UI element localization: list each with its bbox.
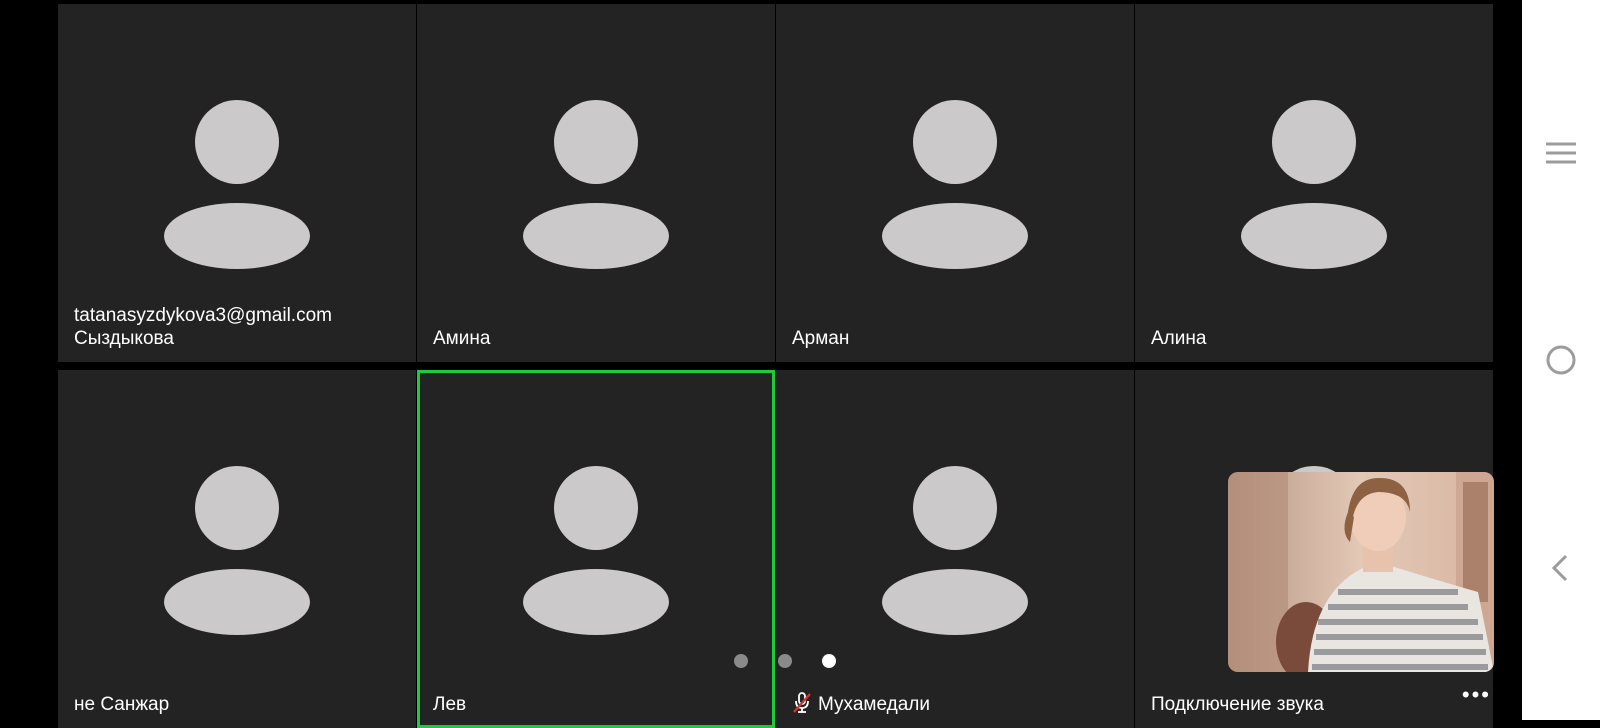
avatar-placeholder-icon: [1135, 4, 1493, 362]
page-dot[interactable]: [734, 654, 748, 668]
participant-tile[interactable]: не Санжар: [58, 370, 416, 728]
mic-muted-icon: [793, 692, 811, 713]
participant-name: Подключение звука: [1151, 694, 1324, 715]
participant-name: Лев: [433, 694, 467, 715]
system-navigation-bar: [1522, 0, 1600, 720]
avatar-placeholder-icon: [417, 4, 775, 362]
page-dot-current[interactable]: [822, 654, 836, 668]
participant-tile[interactable]: Арман: [776, 4, 1134, 362]
participant-name: tatanasyzdykova3@gmail.com Сыздыкова: [74, 305, 332, 349]
avatar-placeholder-icon: [776, 4, 1134, 362]
avatar-placeholder-icon: [776, 370, 1134, 728]
participant-tile[interactable]: Мухамедали: [776, 370, 1134, 728]
participant-name: не Санжар: [74, 694, 170, 715]
participant-tile[interactable]: Амина: [417, 4, 775, 362]
participant-name: Алина: [1151, 328, 1207, 349]
self-camera-preview[interactable]: [1228, 472, 1494, 672]
participant-tile-active-speaker[interactable]: Лев: [417, 370, 775, 728]
camera-feed-image: [1228, 472, 1494, 672]
participant-name: Арман: [792, 328, 850, 349]
participant-name: Мухамедали: [792, 692, 930, 716]
more-options-icon[interactable]: •••: [1462, 682, 1491, 708]
avatar-placeholder-icon: [420, 373, 772, 725]
page-indicator: [734, 654, 836, 668]
avatar-placeholder-icon: [58, 370, 416, 728]
back-chevron-icon[interactable]: [1541, 548, 1581, 588]
menu-icon[interactable]: [1541, 133, 1581, 173]
page-dot[interactable]: [778, 654, 792, 668]
participant-tile[interactable]: Алина: [1135, 4, 1493, 362]
home-circle-icon[interactable]: [1541, 340, 1581, 380]
participant-tile[interactable]: tatanasyzdykova3@gmail.com Сыздыкова: [58, 4, 416, 362]
participant-name: Амина: [433, 328, 491, 349]
